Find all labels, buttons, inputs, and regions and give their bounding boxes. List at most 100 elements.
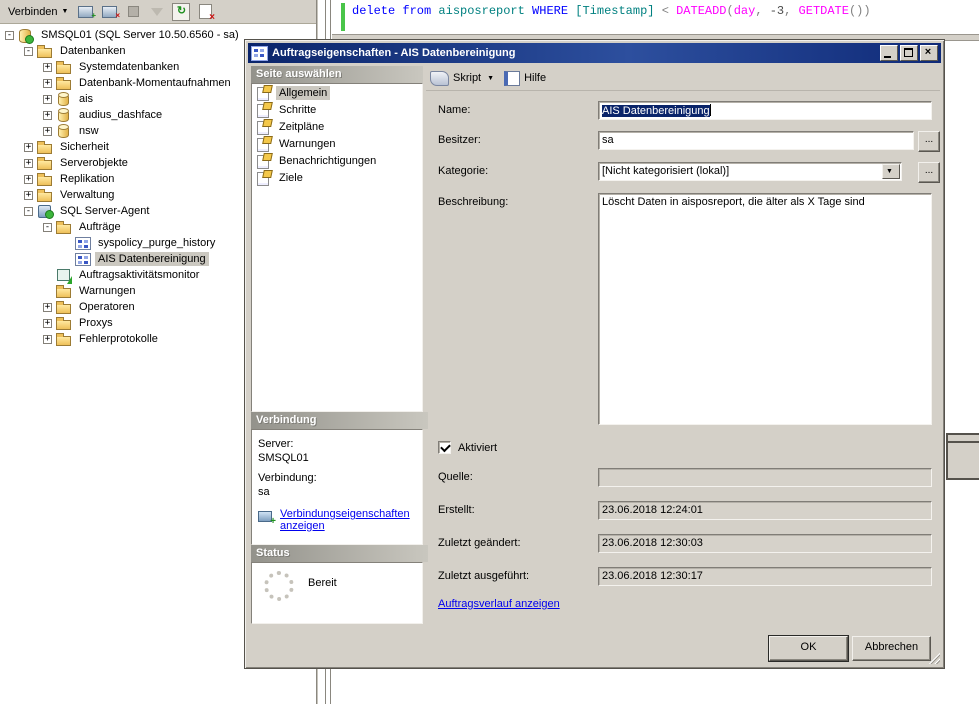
job-properties-icon <box>251 46 268 61</box>
executed-value: 23.06.2018 12:30:17 <box>602 570 703 582</box>
disconnect-database-icon: × <box>102 6 117 18</box>
sql-text: delete from aisposreport WHERE [Timestam… <box>352 4 871 18</box>
dropdown-arrow-icon[interactable] <box>882 164 900 179</box>
status-text: Bereit <box>308 577 337 589</box>
sql-token: < <box>662 4 676 18</box>
expand-icon[interactable]: + <box>43 303 52 312</box>
folder-icon <box>37 139 53 155</box>
expand-icon[interactable]: + <box>43 63 52 72</box>
page-item-ziele[interactable]: Ziele <box>252 169 422 186</box>
maximize-button[interactable] <box>900 45 918 61</box>
dialog-titlebar[interactable]: Auftragseigenschaften - AIS Datenbereini… <box>248 43 941 63</box>
sql-token: , <box>755 4 769 18</box>
page-item-benachrichtigungen[interactable]: Benachrichtigungen <box>252 152 422 169</box>
sql-token: day <box>734 4 756 18</box>
agent-icon <box>37 203 53 219</box>
tree-item-label: Serverobjekte <box>57 156 131 170</box>
expand-icon[interactable]: + <box>43 111 52 120</box>
page-item-zeitpläne[interactable]: Zeitpläne <box>252 118 422 135</box>
minimize-button[interactable] <box>880 45 898 61</box>
folder-icon <box>37 155 53 171</box>
chevron-down-icon: ▼ <box>62 8 69 15</box>
enabled-checkbox[interactable] <box>438 441 451 454</box>
sql-token: WHERE <box>532 4 575 18</box>
expand-icon[interactable]: + <box>24 159 33 168</box>
executed-label: Zuletzt ausgeführt: <box>438 570 529 582</box>
expand-icon[interactable]: + <box>24 175 33 184</box>
expand-icon[interactable]: + <box>43 335 52 344</box>
checkmark-icon <box>440 442 451 453</box>
collapse-icon[interactable]: - <box>43 223 52 232</box>
connection-box: Server: SMSQL01 Verbindung: sa Verbindun… <box>251 429 423 545</box>
sql-token: delete from <box>352 4 438 18</box>
expand-icon[interactable]: + <box>43 319 52 328</box>
collapse-icon[interactable]: - <box>24 47 33 56</box>
folder-icon <box>37 171 53 187</box>
name-input[interactable]: AIS Datenbereinigung <box>598 101 932 120</box>
expand-icon[interactable]: + <box>24 191 33 200</box>
page-icon <box>256 119 272 135</box>
close-button[interactable]: × <box>920 45 938 61</box>
tree-item-label: Fehlerprotokolle <box>76 332 161 346</box>
job-icon <box>75 251 91 267</box>
pages-header: Seite auswählen <box>251 66 423 83</box>
monitor-icon <box>56 267 72 283</box>
window-controls: × <box>880 45 938 61</box>
page-item-label: Ziele <box>276 171 306 185</box>
category-dropdown[interactable]: [Nicht kategorisiert (lokal)] <box>598 162 902 181</box>
created-value: 23.06.2018 12:24:01 <box>602 504 703 516</box>
disconnect-database-button[interactable]: × <box>98 2 120 22</box>
owner-input[interactable]: sa <box>598 131 914 150</box>
collapse-icon[interactable]: - <box>24 207 33 216</box>
view-connection-properties-link[interactable]: Verbindungseigenschaften anzeigen <box>280 508 416 532</box>
page-item-schritte[interactable]: Schritte <box>252 101 422 118</box>
owner-label: Besitzer: <box>438 134 481 146</box>
tree-item-label: Operatoren <box>76 300 138 314</box>
tree-item-label: audius_dashface <box>76 108 165 122</box>
page-item-label: Schritte <box>276 103 319 117</box>
filter-button[interactable] <box>146 2 168 22</box>
script-button-label: Skript <box>453 72 481 84</box>
dialog-title: Auftragseigenschaften - AIS Datenbereini… <box>272 47 880 59</box>
expand-icon[interactable]: + <box>43 79 52 88</box>
expand-icon[interactable]: + <box>24 143 33 152</box>
owner-browse-button[interactable]: ... <box>918 131 940 152</box>
category-dropdown-value: [Nicht kategorisiert (lokal)] <box>602 165 729 177</box>
connect-button-label: Verbinden <box>8 6 58 18</box>
description-value: Löscht Daten in aisposreport, die älter … <box>602 196 865 208</box>
status-box: Bereit <box>251 562 423 624</box>
page-selector-panel: Seite auswählen Allgemein SchritteZeitplä… <box>251 66 423 624</box>
help-button[interactable]: Hilfe <box>500 69 552 88</box>
folder-icon <box>37 43 53 59</box>
refresh-button[interactable]: ↻ <box>170 2 192 22</box>
folder-icon <box>56 219 72 235</box>
expand-icon[interactable]: + <box>43 127 52 136</box>
sql-token: ()) <box>849 4 871 18</box>
cancel-button[interactable]: Abbrechen <box>852 636 931 661</box>
sql-token: ( <box>727 4 734 18</box>
modified-field: 23.06.2018 12:30:03 <box>598 534 932 553</box>
tree-item-label: AIS Datenbereinigung <box>95 252 209 266</box>
tree-item-label: Warnungen <box>76 284 138 298</box>
page-item-warnungen[interactable]: Warnungen <box>252 135 422 152</box>
connect-button[interactable]: Verbinden ▼ <box>4 4 72 20</box>
stop-button[interactable] <box>122 2 144 22</box>
owner-input-value: sa <box>602 134 614 146</box>
close-icon: × <box>921 45 935 59</box>
collapse-icon[interactable]: - <box>5 31 14 40</box>
connect-database-icon: + <box>78 6 93 18</box>
created-label: Erstellt: <box>438 504 475 516</box>
ok-button[interactable]: OK <box>769 636 848 661</box>
job-properties-dialog: Auftragseigenschaften - AIS Datenbereini… <box>244 39 945 669</box>
folder-icon <box>56 59 72 75</box>
description-textarea[interactable]: Löscht Daten in aisposreport, die älter … <box>598 193 932 425</box>
category-browse-button[interactable]: ... <box>918 162 940 183</box>
script-button[interactable]: Skript ▼ <box>426 69 500 88</box>
page-item-allgemein[interactable]: Allgemein <box>252 84 422 101</box>
tree-item-label: Datenbanken <box>57 44 128 58</box>
script-error-button[interactable] <box>194 2 216 22</box>
job-history-link[interactable]: Auftragsverlauf anzeigen <box>438 598 560 610</box>
executed-field: 23.06.2018 12:30:17 <box>598 567 932 586</box>
expand-icon[interactable]: + <box>43 95 52 104</box>
connect-database-button[interactable]: + <box>74 2 96 22</box>
